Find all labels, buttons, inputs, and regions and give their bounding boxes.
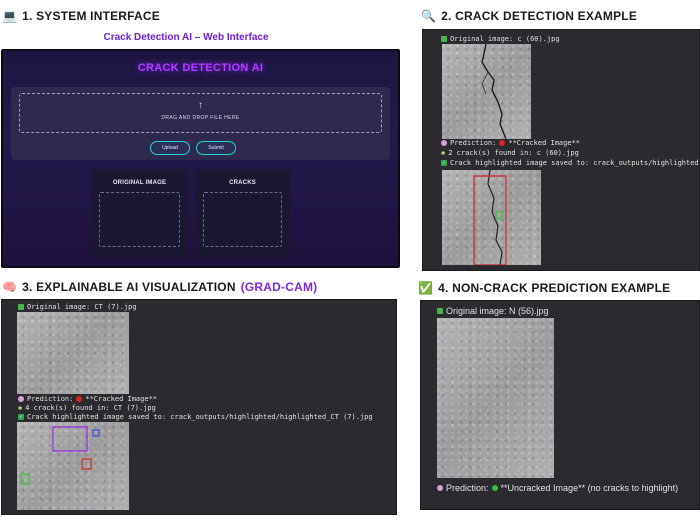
output-line-original: Original image: c (60).jpg: [441, 35, 560, 43]
submit-button[interactable]: Submit: [196, 141, 236, 155]
upload-card: ↑ DRAG AND DROP FILE HERE Upload Submit: [11, 87, 390, 160]
prediction-value: **Cracked Image**: [85, 395, 158, 403]
red-circle-icon: [499, 140, 506, 146]
saved-path-text: Crack highlighted image saved to: crack_…: [450, 159, 699, 167]
saved-path-text: Crack highlighted image saved to: crack_…: [27, 413, 373, 421]
section-title: 4. NON-CRACK PREDICTION EXAMPLE: [438, 281, 671, 295]
output-line-original: Original image: N (56).jpg: [437, 306, 549, 316]
output-line-prediction: Prediction: **Uncracked Image** (no crac…: [437, 483, 678, 493]
output-line-found: ✱ 2 crack(s) found in: c (60).jpg: [441, 149, 579, 157]
green-circle-icon: [491, 485, 498, 491]
prediction-value: **Cracked Image**: [508, 139, 581, 147]
brain-icon: 🧠: [2, 280, 18, 294]
non-crack-output-panel: Original image: N (56).jpg Prediction: *…: [420, 300, 700, 510]
gradcam-box-purple: [52, 426, 88, 452]
section-heading-non-crack: ✅ 4. NON-CRACK PREDICTION EXAMPLE: [418, 281, 670, 295]
prediction-value: **Uncracked Image** (no cracks to highli…: [500, 483, 679, 493]
image-icon: [18, 304, 24, 310]
drop-zone-text: DRAG AND DROP FILE HERE: [161, 115, 240, 121]
check-icon: ✓: [441, 160, 447, 166]
original-image-text: Original image: CT (7).jpg: [27, 303, 137, 311]
output-line-original: Original image: CT (7).jpg: [18, 303, 137, 311]
crack-detection-output-panel: Original image: c (60).jpg Prediction: *…: [422, 29, 700, 271]
drop-zone[interactable]: ↑ DRAG AND DROP FILE HERE: [19, 93, 382, 133]
sparkle-icon: ✱: [18, 404, 23, 412]
sparkle-icon: ✱: [441, 149, 446, 157]
output-line-prediction: Prediction: **Cracked Image**: [18, 395, 157, 403]
check-icon: ✓: [18, 414, 24, 420]
original-concrete-image: [442, 43, 531, 140]
gradcam-box-green: [20, 473, 30, 485]
section-title: 2. CRACK DETECTION EXAMPLE: [441, 9, 638, 23]
original-concrete-image: [17, 312, 129, 394]
highlighted-concrete-image: [17, 422, 129, 510]
section-title: 3. EXPLAINABLE AI VISUALIZATION: [22, 280, 236, 294]
output-line-saved: ✓ Crack highlighted image saved to: crac…: [18, 413, 373, 421]
magnifier-icon: 🔍: [421, 9, 437, 23]
gradcam-output-panel: Original image: CT (7).jpg Prediction: *…: [1, 299, 397, 515]
image-icon: [441, 36, 447, 42]
section-title: 1. SYSTEM INTERFACE: [22, 9, 160, 23]
prediction-label: Prediction:: [446, 483, 489, 493]
prediction-label: Prediction:: [27, 395, 74, 403]
original-image-card: ORIGINAL IMAGE: [91, 169, 188, 258]
crack-bounding-box-green: [495, 211, 503, 220]
upload-button[interactable]: Upload: [150, 141, 190, 155]
original-image-text: Original image: N (56).jpg: [446, 306, 549, 316]
red-circle-icon: [76, 396, 83, 402]
original-image-placeholder: [99, 192, 180, 247]
cracks-found-text: 4 crack(s) found in: CT (7).jpg: [25, 404, 156, 412]
output-line-saved: ✓ Crack highlighted image saved to: crac…: [441, 159, 699, 167]
computer-icon: 💻: [2, 9, 18, 23]
gradcam-overlay: [20, 426, 100, 485]
cracks-placeholder: [203, 192, 282, 247]
highlighted-concrete-image: [442, 169, 541, 266]
web-interface-caption: Crack Detection AI – Web Interface: [103, 32, 269, 43]
crack-highlight-overlay: [473, 169, 507, 266]
crack-line: [481, 43, 507, 140]
original-image-label: ORIGINAL IMAGE: [112, 180, 167, 186]
upload-arrow-icon: ↑: [198, 100, 203, 111]
web-interface-panel: CRACK DETECTION AI ↑ DRAG AND DROP FILE …: [1, 49, 400, 268]
gradcam-box-red: [81, 458, 92, 470]
brain-icon: [18, 396, 24, 402]
cracks-found-text: 2 crack(s) found in: c (60).jpg: [448, 149, 579, 157]
section-heading-system-interface: 💻 1. SYSTEM INTERFACE: [2, 9, 160, 23]
original-image-text: Original image: c (60).jpg: [450, 35, 560, 43]
section-heading-explainable-ai: 🧠 3. EXPLAINABLE AI VISUALIZATION (GRAD-…: [2, 280, 317, 294]
section-heading-crack-detection: 🔍 2. CRACK DETECTION EXAMPLE: [421, 9, 637, 23]
section-title-accent: (GRAD-CAM): [240, 280, 318, 294]
output-line-prediction: Prediction: **Cracked Image**: [441, 139, 580, 147]
gradcam-box-blue: [92, 429, 100, 437]
check-mark-icon: ✅: [418, 281, 434, 295]
brain-icon: [437, 485, 443, 491]
output-line-found: ✱ 4 crack(s) found in: CT (7).jpg: [18, 404, 156, 412]
prediction-label: Prediction:: [450, 139, 497, 147]
image-icon: [437, 308, 443, 314]
cracks-label: CRACKS: [229, 180, 256, 186]
cracks-card: CRACKS: [195, 169, 290, 258]
original-concrete-image: [437, 318, 554, 478]
brain-icon: [441, 140, 447, 146]
app-title: CRACK DETECTION AI: [137, 62, 264, 74]
